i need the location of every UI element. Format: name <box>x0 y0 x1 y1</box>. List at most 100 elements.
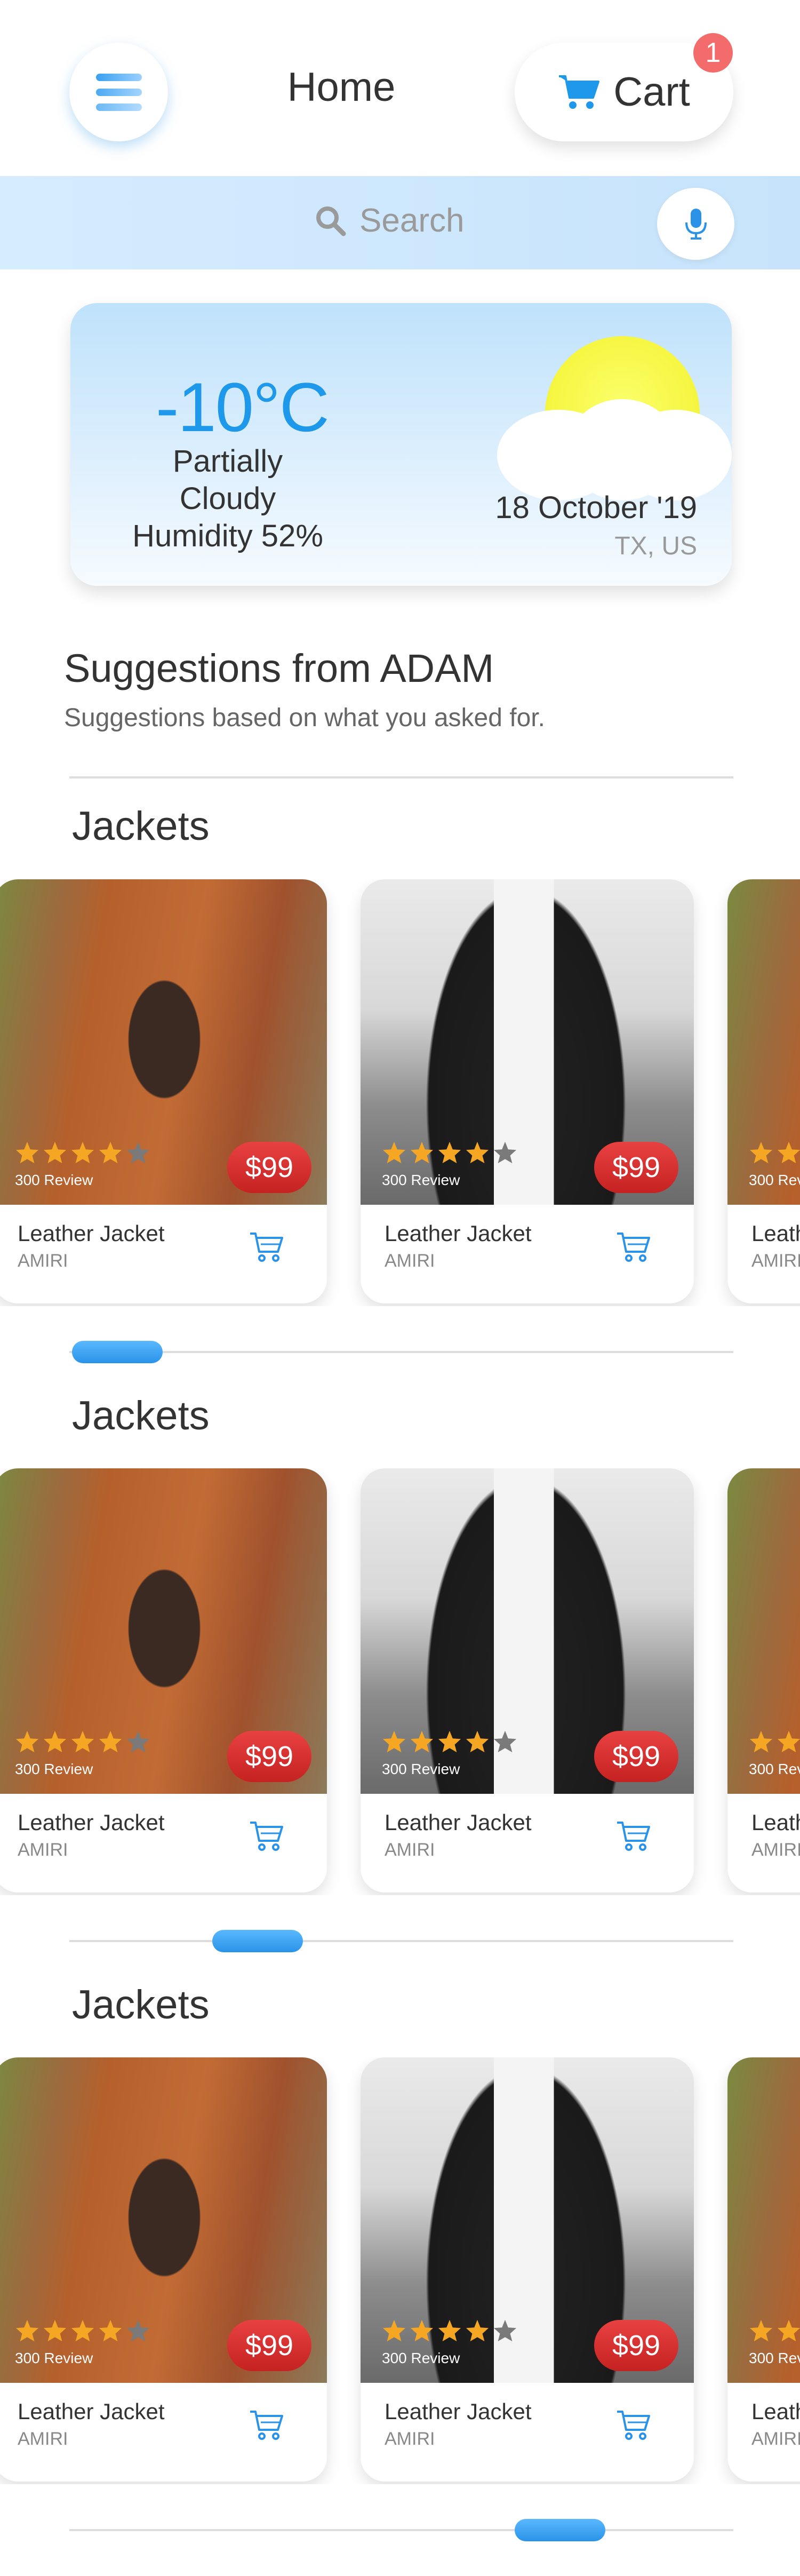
star-icon <box>466 2319 489 2342</box>
star-icon <box>43 2319 67 2342</box>
review-count: 300 Review <box>15 2350 93 2366</box>
product-name: Leather Jacket <box>751 1221 800 1246</box>
review-count: 300 Review <box>749 2350 800 2366</box>
cart-outline-icon <box>617 1233 650 1262</box>
star-icon <box>493 1730 517 1753</box>
star-icon <box>466 1141 489 1164</box>
price-badge: $99 <box>227 1731 311 1782</box>
star-icon <box>410 1141 434 1164</box>
product-card[interactable]: 300 Review$99Leather JacketAMIRI <box>0 879 327 1303</box>
star-icon <box>99 1730 122 1753</box>
carousel-scroll-indicator[interactable] <box>515 2519 605 2541</box>
menu-button[interactable] <box>69 43 168 141</box>
star-icon <box>71 1141 94 1164</box>
price-badge: $99 <box>227 1142 311 1193</box>
divider <box>69 776 733 778</box>
star-icon <box>777 1730 800 1753</box>
star-icon <box>493 2319 517 2342</box>
cart-count-badge: 1 <box>693 33 733 73</box>
product-name: Leather Jacket <box>385 1221 532 1246</box>
suggestions-subtitle: Suggestions based on what you asked for. <box>64 704 545 732</box>
product-carousel[interactable]: 300 Review $99 Leather Jacket AMIRI 300 Revi… <box>0 879 800 1306</box>
suggestions-title: Suggestions from ADAM <box>64 646 494 690</box>
product-brand: AMIRI <box>385 1840 435 1860</box>
add-to-cart-button[interactable] <box>245 2404 288 2447</box>
star-icon <box>126 1730 150 1753</box>
review-count: 300 Review <box>382 1761 460 1777</box>
rating-stars <box>382 1141 517 1164</box>
cart-outline-icon <box>250 2411 283 2440</box>
star-icon <box>438 1141 461 1164</box>
cart-outline-icon <box>250 1822 283 1851</box>
add-to-cart-button[interactable] <box>245 1815 288 1858</box>
star-icon <box>749 1730 773 1753</box>
product-name: Leather Jacket <box>385 1810 532 1835</box>
star-icon <box>382 1141 406 1164</box>
cart-outline-icon <box>617 2411 650 2440</box>
weather-date: 18 October '19 <box>495 490 697 525</box>
cart-icon <box>559 75 600 109</box>
weather-location: TX, US <box>614 532 697 560</box>
search-icon <box>316 206 346 236</box>
product-brand: AMIRI <box>18 1251 68 1271</box>
weather-card: -10°C Partially Cloudy Humidity 52% 18 O… <box>70 303 732 586</box>
rating-stars <box>749 2319 800 2342</box>
add-to-cart-button[interactable] <box>612 2404 655 2447</box>
product-name: Leather Jacket <box>751 1810 800 1835</box>
star-icon <box>749 1141 773 1164</box>
star-icon <box>43 1141 67 1164</box>
rating-stars <box>15 2319 150 2342</box>
review-count: 300 Review <box>382 2350 460 2366</box>
star-icon <box>777 2319 800 2342</box>
price-badge: $99 <box>594 2320 678 2371</box>
carousel-scroll-indicator[interactable] <box>212 1930 303 1952</box>
rating-stars <box>382 1730 517 1753</box>
product-card[interactable]: 300 Review$99Leather JacketAMIRI <box>0 1468 327 1893</box>
star-icon <box>71 2319 94 2342</box>
carousel-track <box>69 2529 733 2531</box>
product-brand: AMIRI <box>751 1251 800 1271</box>
carousel-track <box>69 1351 733 1353</box>
star-icon <box>15 1730 39 1753</box>
add-to-cart-button[interactable] <box>245 1226 288 1269</box>
rating-stars <box>382 2319 517 2342</box>
product-card[interactable]: 300 Review $99 Leather Jacket AMIRI <box>361 1468 694 1893</box>
star-icon <box>126 2319 150 2342</box>
hamburger-icon-bar <box>95 88 142 96</box>
voice-search-button[interactable] <box>657 188 734 260</box>
product-carousel[interactable]: 300 Review $99 Leather Jacket AMIRI 300 Revi… <box>0 1468 800 1895</box>
rating-stars <box>15 1730 150 1753</box>
product-brand: AMIRI <box>385 1251 435 1271</box>
product-card[interactable]: 300 Review$99Leather JacketAMIRI <box>361 879 694 1303</box>
product-brand: AMIRI <box>751 2429 800 2449</box>
add-to-cart-button[interactable] <box>612 1226 655 1269</box>
star-icon <box>126 1141 150 1164</box>
weather-humidity: Humidity 52% <box>132 519 323 553</box>
product-card[interactable]: 300 Review$99Leather JacketAMIRI <box>727 879 800 1303</box>
search-bar: Search <box>0 176 800 269</box>
price-badge: $99 <box>594 1731 678 1782</box>
star-icon <box>15 1141 39 1164</box>
search-input[interactable]: Search <box>315 202 464 240</box>
star-icon <box>466 1730 489 1753</box>
product-carousel[interactable]: 300 Review $99 Leather Jacket AMIRI 300 Revi… <box>0 2057 800 2484</box>
carousel-scroll-indicator[interactable] <box>72 1341 163 1363</box>
weather-condition: Partially Cloudy <box>172 444 283 516</box>
product-card[interactable]: 300 Review$99Leather JacketAMIRI <box>727 1468 800 1893</box>
review-count: 300 Review <box>749 1172 800 1188</box>
product-card[interactable]: 300 Review$99Leather JacketAMIRI <box>727 2057 800 2482</box>
microphone-icon <box>685 208 707 240</box>
price-badge: $99 <box>227 2320 311 2371</box>
product-card[interactable]: 300 Review$99Leather JacketAMIRI <box>0 2057 327 2482</box>
star-icon <box>43 1730 67 1753</box>
product-brand: AMIRI <box>751 1840 800 1860</box>
star-icon <box>71 1730 94 1753</box>
rating-stars <box>749 1141 800 1164</box>
product-card[interactable]: 300 Review$99Leather JacketAMIRI <box>361 2057 694 2482</box>
product-name: Leather Jacket <box>751 2399 800 2424</box>
page-title: Home <box>287 65 396 110</box>
add-to-cart-button[interactable] <box>612 1815 655 1858</box>
cart-outline-icon <box>617 1822 650 1851</box>
star-icon <box>438 2319 461 2342</box>
star-icon <box>15 2319 39 2342</box>
